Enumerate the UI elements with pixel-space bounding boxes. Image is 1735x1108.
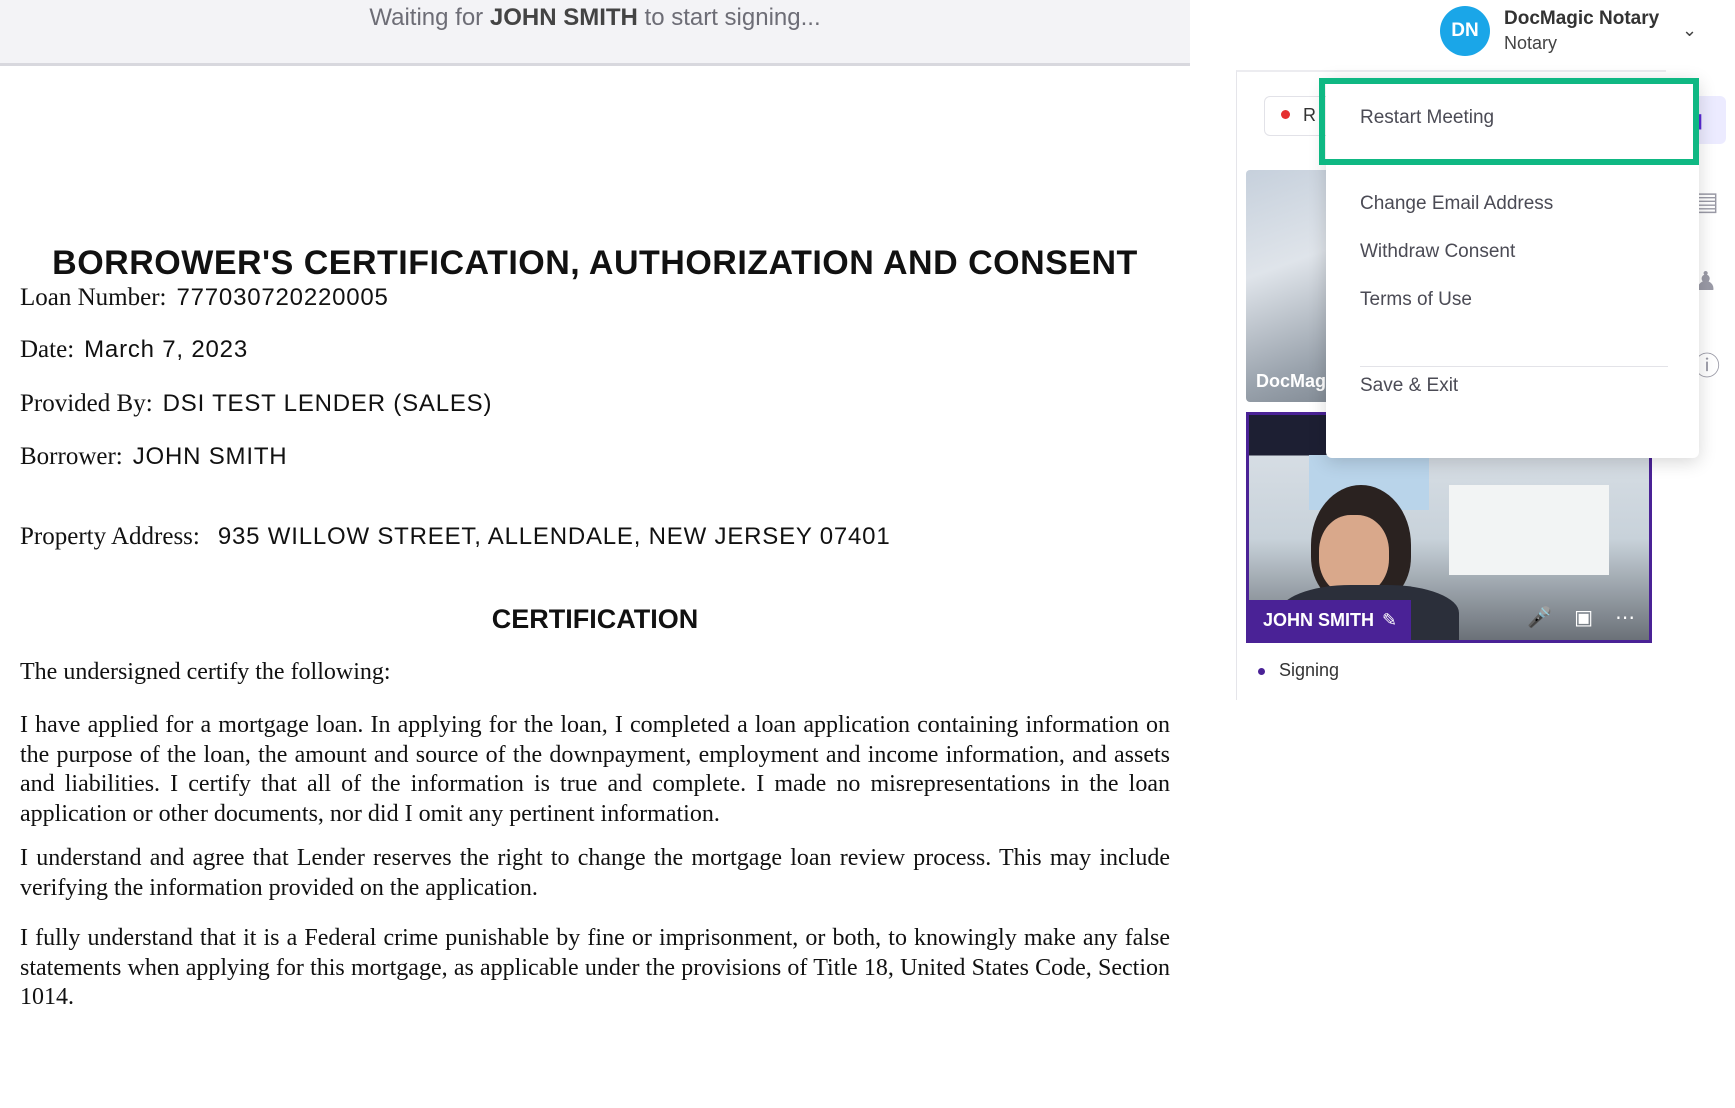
menu-item-save-exit[interactable]: Save & Exit bbox=[1360, 375, 1458, 397]
loan-number-field: Loan Number: 777030720220005 bbox=[20, 284, 389, 312]
menu-divider bbox=[1360, 366, 1668, 367]
document-title: BORROWER'S CERTIFICATION, AUTHORIZATION … bbox=[52, 244, 1138, 282]
property-address-value: 935 WILLOW STREET, ALLENDALE, NEW JERSEY… bbox=[217, 523, 891, 550]
microphone-icon[interactable]: 🎤 bbox=[1527, 605, 1552, 630]
camera-icon[interactable]: ▣ bbox=[1574, 605, 1593, 630]
recording-label: R bbox=[1303, 105, 1316, 125]
paragraph-application: I have applied for a mortgage loan. In a… bbox=[20, 712, 1170, 827]
more-options-icon[interactable]: ⋯ bbox=[1615, 605, 1635, 630]
paragraph-review-process: I understand and agree that Lender reser… bbox=[20, 845, 1170, 901]
record-dot-icon bbox=[1281, 110, 1290, 119]
menu-item-change-email[interactable]: Change Email Address bbox=[1360, 193, 1553, 215]
borrower-field: Borrower: JOHN SMITH bbox=[20, 443, 287, 471]
provided-by-value: DSI TEST LENDER (SALES) bbox=[162, 390, 493, 417]
paragraph-intro: The undersigned certify the following: bbox=[20, 659, 391, 685]
chevron-down-icon[interactable]: ⌄ bbox=[1682, 20, 1697, 41]
video-tile-name: DocMag bbox=[1256, 371, 1327, 391]
document-viewer: BORROWER'S CERTIFICATION, AUTHORIZATION … bbox=[0, 66, 1190, 1108]
waiting-prefix: Waiting for bbox=[369, 4, 484, 31]
borrower-label: Borrower: bbox=[20, 443, 123, 470]
avatar: DN bbox=[1440, 6, 1490, 56]
date-field: Date: March 7, 2023 bbox=[20, 336, 248, 364]
participant-face bbox=[1319, 515, 1389, 595]
menu-item-withdraw-consent[interactable]: Withdraw Consent bbox=[1360, 241, 1515, 263]
highlight-box bbox=[1319, 78, 1699, 165]
status-dot-icon bbox=[1258, 667, 1265, 675]
signing-status: Signing bbox=[1258, 660, 1339, 681]
participant-name: JOHN SMITH bbox=[1263, 609, 1375, 630]
loan-number-value: 777030720220005 bbox=[176, 284, 389, 311]
borrower-value: JOHN SMITH bbox=[132, 443, 288, 470]
menu-item-terms-of-use[interactable]: Terms of Use bbox=[1360, 289, 1472, 311]
property-address-label: Property Address: bbox=[20, 523, 200, 550]
tile-controls: 🎤 ▣ ⋯ bbox=[1527, 605, 1635, 630]
background-whiteboard bbox=[1449, 485, 1609, 575]
property-address-field: Property Address: 935 WILLOW STREET, ALLE… bbox=[20, 523, 890, 551]
signing-status-label: Signing bbox=[1279, 660, 1340, 680]
paragraph-federal-crime: I fully understand that it is a Federal … bbox=[20, 925, 1170, 1010]
loan-number-label: Loan Number: bbox=[20, 284, 167, 311]
section-heading: CERTIFICATION bbox=[491, 604, 699, 634]
waiting-message: Waiting for JOHN SMITH to start signing.… bbox=[0, 4, 1190, 32]
pencil-icon[interactable]: ✎ bbox=[1382, 610, 1397, 631]
provided-by-label: Provided By: bbox=[20, 390, 153, 417]
provided-by-field: Provided By: DSI TEST LENDER (SALES) bbox=[20, 390, 492, 418]
waiting-signer-name: JOHN SMITH bbox=[489, 4, 638, 31]
user-profile-menu[interactable]: DN DocMagic Notary Notary ⌄ bbox=[1440, 6, 1730, 60]
profile-role: Notary bbox=[1504, 33, 1558, 53]
profile-name: DocMagic Notary bbox=[1504, 8, 1660, 29]
waiting-suffix: to start signing... bbox=[644, 4, 821, 31]
participant-name-tag: JOHN SMITH ✎ bbox=[1249, 600, 1412, 640]
date-value: March 7, 2023 bbox=[84, 336, 248, 363]
waiting-banner: Waiting for JOHN SMITH to start signing.… bbox=[0, 0, 1190, 66]
date-label: Date: bbox=[20, 336, 75, 363]
